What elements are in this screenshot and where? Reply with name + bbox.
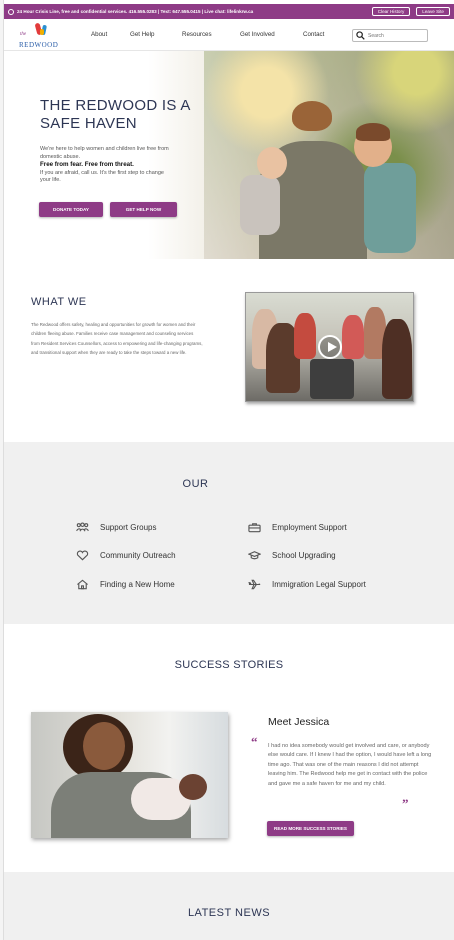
search-input[interactable] <box>368 32 424 39</box>
group-icon <box>76 522 89 532</box>
hero-child-head <box>257 147 287 179</box>
what-we-body: The Redwood offers safety, healing and o… <box>31 322 203 355</box>
hero-copy: We're here to help women and children li… <box>40 146 175 185</box>
graduation-cap-icon <box>248 551 261 560</box>
photo-baby-head <box>179 774 207 800</box>
service-finding-a-new-home[interactable]: Finding a New Home <box>76 579 175 590</box>
video-chair <box>310 359 354 399</box>
phone-icon <box>8 8 14 15</box>
hero-call-to-action: If you are afraid, call us. It's the fir… <box>40 169 164 184</box>
story-quote: I had no idea somebody would get involve… <box>268 743 432 787</box>
video-person <box>294 313 316 359</box>
play-icon[interactable] <box>318 335 342 359</box>
home-icon <box>77 579 88 590</box>
hero-mother-hair <box>292 101 332 131</box>
open-quote-icon: “ <box>251 734 258 749</box>
hero-child-figure <box>364 163 416 253</box>
service-label: School Upgrading <box>272 551 336 560</box>
nav-item-contact[interactable]: Contact <box>303 31 324 38</box>
heart-icon <box>76 550 89 561</box>
video-person <box>382 319 412 399</box>
main-navigation: the REDWOOD About Get Help Resources Get… <box>4 19 454 51</box>
jessica-photo <box>31 712 228 838</box>
hero-bold-line: Free from fear. Free from threat. <box>40 161 134 169</box>
video-person <box>342 315 364 359</box>
success-stories-section: SUCCESS STORIES Meet Jessica “ I had no … <box>4 624 454 872</box>
what-we-section: WHAT WE The Redwood offers safety, heali… <box>4 259 454 442</box>
success-stories-heading: SUCCESS STORIES <box>174 659 284 671</box>
hero-child-figure <box>240 175 280 235</box>
service-label: Immigration Legal Support <box>272 580 366 589</box>
nav-item-resources[interactable]: Resources <box>182 31 212 38</box>
nav-item-get-help[interactable]: Get Help <box>130 31 154 38</box>
close-quote-icon: ” <box>402 796 409 811</box>
read-more-stories-button[interactable]: READ MORE SUCCESS STORIES <box>267 821 354 836</box>
search-icon[interactable] <box>356 31 365 40</box>
latest-news-heading: LATEST NEWS <box>187 907 271 919</box>
hero-child-hair <box>356 123 390 141</box>
service-label: Community Outreach <box>100 551 176 560</box>
nav-item-about[interactable]: About <box>91 31 107 38</box>
hero-title: THE REDWOOD IS A SAFE HAVEN <box>40 97 190 132</box>
hero-banner: THE REDWOOD IS A SAFE HAVEN We're here t… <box>4 51 454 259</box>
redwood-logo[interactable]: the REDWOOD <box>18 22 62 50</box>
what-we-video[interactable] <box>245 292 414 402</box>
what-we-heading: WHAT WE <box>31 296 87 308</box>
crisis-line-text: 24 Hour Crisis Line, free and confidenti… <box>17 9 254 14</box>
briefcase-icon <box>248 523 261 533</box>
photo-mother-head <box>83 722 125 770</box>
service-label: Finding a New Home <box>100 580 175 589</box>
latest-news-section: LATEST NEWS <box>4 872 454 940</box>
our-heading: OUR <box>182 478 209 490</box>
service-label: Support Groups <box>100 523 157 532</box>
service-school-upgrading[interactable]: School Upgrading <box>248 550 336 561</box>
donate-today-button[interactable]: DONATE TODAY <box>39 202 103 217</box>
service-label: Employment Support <box>272 523 347 532</box>
hero-intro: We're here to help women and children li… <box>40 146 169 160</box>
story-name: Meet Jessica <box>268 716 330 728</box>
logo-figure-icon <box>40 29 44 35</box>
logo-name: REDWOOD <box>19 41 59 49</box>
search-box[interactable] <box>352 29 428 42</box>
service-support-groups[interactable]: Support Groups <box>76 522 156 533</box>
service-immigration-legal-support[interactable]: Immigration Legal Support <box>248 579 366 590</box>
leave-site-button[interactable]: Leave Site <box>416 7 450 16</box>
clear-history-button[interactable]: Clear History <box>371 7 411 16</box>
logo-the: the <box>20 32 27 37</box>
get-help-now-button[interactable]: GET HELP NOW <box>110 202 177 217</box>
service-community-outreach[interactable]: Community Outreach <box>76 550 176 561</box>
airplane-icon <box>248 579 261 590</box>
our-services-section: OUR Support Groups Employment Support Co… <box>4 442 454 624</box>
service-employment-support[interactable]: Employment Support <box>248 522 347 533</box>
crisis-bar: 24 Hour Crisis Line, free and confidenti… <box>4 4 454 19</box>
nav-item-get-involved[interactable]: Get Involved <box>240 31 275 38</box>
